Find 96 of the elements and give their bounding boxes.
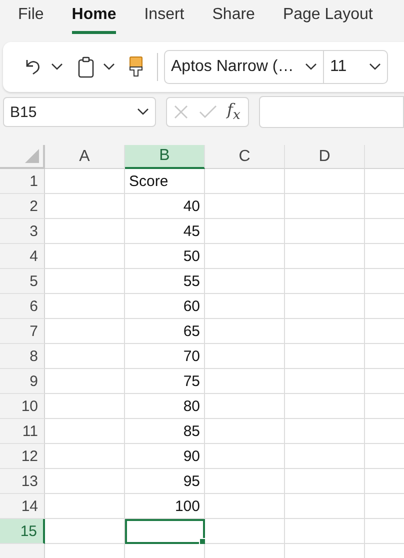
table-cell[interactable]	[285, 469, 365, 494]
row-header[interactable]: 12	[0, 444, 45, 469]
row-header[interactable]: 10	[0, 394, 45, 419]
row-header[interactable]: 15	[0, 519, 45, 544]
table-cell[interactable]: 95	[125, 469, 205, 494]
table-cell[interactable]	[205, 269, 285, 294]
table-cell[interactable]	[285, 269, 365, 294]
table-cell[interactable]	[45, 519, 125, 544]
table-cell[interactable]	[285, 294, 365, 319]
row-header[interactable]: 3	[0, 219, 45, 244]
table-cell[interactable]	[205, 419, 285, 444]
table-cell[interactable]: 60	[125, 294, 205, 319]
table-cell[interactable]	[285, 494, 365, 519]
column-header[interactable]: B	[125, 145, 205, 169]
table-cell[interactable]	[285, 394, 365, 419]
ribbon-tab[interactable]: Share	[212, 6, 255, 34]
table-cell[interactable]: 55	[125, 269, 205, 294]
check-icon[interactable]	[199, 105, 217, 119]
row-header[interactable]: 6	[0, 294, 45, 319]
table-cell[interactable]	[205, 344, 285, 369]
chevron-down-icon[interactable]	[137, 108, 149, 116]
table-cell[interactable]	[205, 219, 285, 244]
row-header[interactable]: 14	[0, 494, 45, 519]
chevron-down-icon[interactable]	[305, 63, 317, 71]
table-cell[interactable]	[205, 294, 285, 319]
table-cell[interactable]: 40	[125, 194, 205, 219]
table-cell[interactable]: 85	[125, 419, 205, 444]
row-header[interactable]: 7	[0, 319, 45, 344]
chevron-down-icon[interactable]	[369, 63, 381, 71]
table-cell[interactable]	[45, 269, 125, 294]
row-header[interactable]: 5	[0, 269, 45, 294]
table-cell[interactable]	[45, 394, 125, 419]
row-header[interactable]: 11	[0, 419, 45, 444]
chevron-down-icon[interactable]	[51, 63, 63, 71]
table-cell[interactable]: 50	[125, 244, 205, 269]
font-size-dropdown[interactable]: 11	[324, 50, 388, 84]
table-cell[interactable]	[45, 344, 125, 369]
table-cell[interactable]: 65	[125, 319, 205, 344]
table-cell[interactable]: 75	[125, 369, 205, 394]
table-cell[interactable]	[285, 169, 365, 194]
row-header[interactable]: 4	[0, 244, 45, 269]
table-cell[interactable]	[285, 319, 365, 344]
table-cell[interactable]	[205, 494, 285, 519]
table-cell[interactable]	[45, 219, 125, 244]
table-cell[interactable]	[285, 244, 365, 269]
table-cell[interactable]	[285, 344, 365, 369]
table-cell[interactable]: Score	[125, 169, 205, 194]
table-cell[interactable]: 45	[125, 219, 205, 244]
table-cell[interactable]	[45, 294, 125, 319]
table-cell[interactable]	[205, 319, 285, 344]
formula-input-field[interactable]	[259, 96, 404, 128]
clipboard-icon[interactable]	[77, 56, 95, 78]
table-cell[interactable]	[205, 369, 285, 394]
ribbon-tab[interactable]: File	[18, 6, 44, 34]
table-cell[interactable]	[45, 494, 125, 519]
table-cell[interactable]	[45, 444, 125, 469]
table-cell[interactable]	[45, 169, 125, 194]
row-header[interactable]: 9	[0, 369, 45, 394]
table-cell[interactable]	[285, 444, 365, 469]
table-cell[interactable]: 70	[125, 344, 205, 369]
table-cell[interactable]	[45, 244, 125, 269]
chevron-down-icon[interactable]	[103, 63, 115, 71]
cancel-icon[interactable]	[173, 104, 189, 120]
table-cell[interactable]	[45, 469, 125, 494]
table-cell[interactable]: 100	[125, 494, 205, 519]
table-cell[interactable]	[205, 469, 285, 494]
table-cell[interactable]	[205, 244, 285, 269]
table-cell[interactable]	[205, 169, 285, 194]
table-cell[interactable]: 80	[125, 394, 205, 419]
table-cell[interactable]	[285, 194, 365, 219]
table-cell[interactable]	[285, 219, 365, 244]
name-box[interactable]: B15	[3, 97, 156, 127]
corner-triangle-icon[interactable]	[25, 149, 39, 163]
paintbrush-icon[interactable]	[129, 56, 143, 78]
table-cell[interactable]: 90	[125, 444, 205, 469]
table-cell[interactable]	[285, 419, 365, 444]
table-cell[interactable]	[205, 519, 285, 544]
selected-cell[interactable]	[125, 519, 205, 544]
row-header[interactable]: 2	[0, 194, 45, 219]
ribbon-tab[interactable]: Insert	[144, 6, 184, 34]
table-cell[interactable]	[45, 419, 125, 444]
table-cell[interactable]	[205, 194, 285, 219]
ribbon-tab[interactable]: Home	[72, 6, 116, 34]
table-cell[interactable]	[205, 444, 285, 469]
table-cell[interactable]	[45, 369, 125, 394]
font-dropdown[interactable]: Aptos Narrow (…	[164, 50, 324, 84]
row-header[interactable]: 1	[0, 169, 45, 194]
table-cell[interactable]	[45, 194, 125, 219]
table-cell[interactable]	[285, 519, 365, 544]
row-header[interactable]: 8	[0, 344, 45, 369]
ribbon-tab[interactable]: Page Layout	[282, 6, 373, 34]
table-cell[interactable]	[285, 369, 365, 394]
row-header[interactable]: 13	[0, 469, 45, 494]
table-cell[interactable]	[45, 319, 125, 344]
insert-function-button[interactable]: f$_{x}$	[227, 100, 240, 124]
table-cell[interactable]	[205, 394, 285, 419]
